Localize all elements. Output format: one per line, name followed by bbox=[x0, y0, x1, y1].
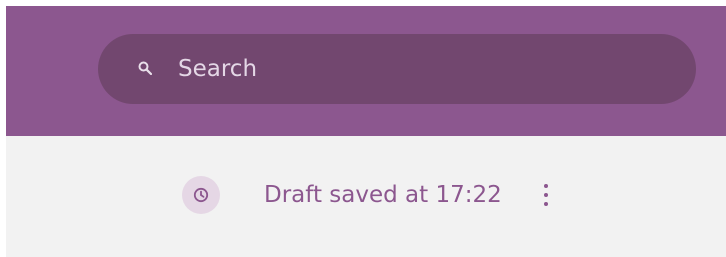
draft-saved-status: Draft saved at 17:22 bbox=[264, 182, 502, 208]
search-icon bbox=[138, 61, 152, 75]
clock-icon bbox=[193, 187, 209, 203]
clock-badge bbox=[182, 176, 220, 214]
more-options-button[interactable] bbox=[536, 182, 556, 208]
app-frame: Draft saved at 17:22 bbox=[6, 6, 726, 257]
more-vertical-icon-dot-3 bbox=[544, 202, 548, 206]
more-vertical-icon-dot-2 bbox=[544, 193, 548, 197]
search-bar[interactable] bbox=[98, 34, 696, 104]
search-input[interactable] bbox=[178, 34, 658, 104]
more-vertical-icon-dot-1 bbox=[544, 184, 548, 188]
draft-status-row: Draft saved at 17:22 bbox=[6, 136, 726, 257]
header-bar bbox=[6, 6, 726, 136]
